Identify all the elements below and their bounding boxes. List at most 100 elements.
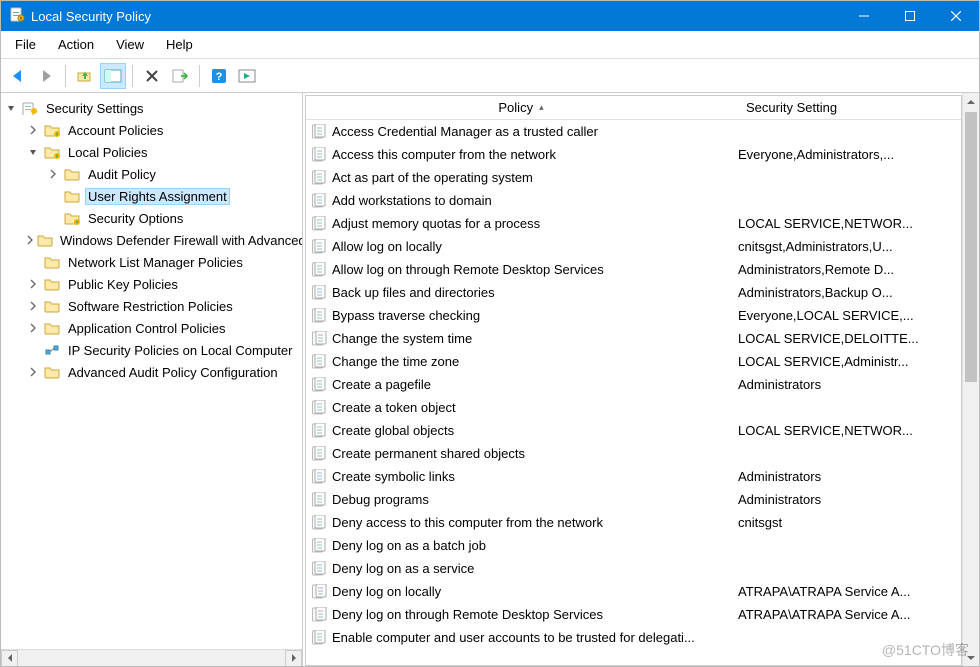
policy-row[interactable]: Create a pagefileAdministrators xyxy=(306,373,961,396)
column-header-policy[interactable]: Policy▴ xyxy=(306,100,736,115)
menubar: File Action View Help xyxy=(1,31,979,59)
forward-button[interactable] xyxy=(33,63,59,89)
policy-row[interactable]: Deny log on through Remote Desktop Servi… xyxy=(306,603,961,626)
policy-name: Allow log on locally xyxy=(332,239,738,254)
tree-node-security-options[interactable]: Security Options xyxy=(1,207,302,229)
policy-item-icon xyxy=(310,170,328,186)
minimize-button[interactable] xyxy=(841,1,887,31)
policy-row[interactable]: Deny log on locallyATRAPA\ATRAPA Service… xyxy=(306,580,961,603)
policy-name: Deny log on as a batch job xyxy=(332,538,738,553)
hscroll-right-icon[interactable] xyxy=(285,650,302,667)
policy-setting: LOCAL SERVICE,DELOITTE... xyxy=(738,331,961,346)
vscroll-down-icon[interactable] xyxy=(963,649,980,666)
chevron-right-icon[interactable] xyxy=(25,122,41,138)
menu-view[interactable]: View xyxy=(106,33,154,56)
tree-node-windows-defender-firewall-with-advanced-[interactable]: Windows Defender Firewall with Advanced … xyxy=(1,229,302,251)
policy-item-icon xyxy=(310,308,328,324)
policy-setting: cnitsgst,Administrators,U... xyxy=(738,239,961,254)
tree-node-audit-policy[interactable]: Audit Policy xyxy=(1,163,302,185)
tree-label: User Rights Assignment xyxy=(85,188,230,205)
policy-row[interactable]: Create symbolic linksAdministrators xyxy=(306,465,961,488)
policy-name: Act as part of the operating system xyxy=(332,170,738,185)
tree[interactable]: Security SettingsAccount PoliciesLocal P… xyxy=(1,93,302,648)
policy-row[interactable]: Change the system timeLOCAL SERVICE,DELO… xyxy=(306,327,961,350)
policy-row[interactable]: Access Credential Manager as a trusted c… xyxy=(306,120,961,143)
policy-setting: Administrators,Remote D... xyxy=(738,262,961,277)
policy-item-icon xyxy=(310,469,328,485)
vscroll-track[interactable] xyxy=(963,110,979,649)
chevron-right-icon[interactable] xyxy=(25,276,41,292)
tree-node-advanced-audit-policy-configuration[interactable]: Advanced Audit Policy Configuration xyxy=(1,361,302,383)
policy-row[interactable]: Create a token object xyxy=(306,396,961,419)
menu-help[interactable]: Help xyxy=(156,33,203,56)
tree-node-ip-security-policies-on-local-computer[interactable]: IP Security Policies on Local Computer xyxy=(1,339,302,361)
tree-root[interactable]: Security Settings xyxy=(1,97,302,119)
menu-file[interactable]: File xyxy=(5,33,46,56)
hscroll-left-icon[interactable] xyxy=(1,650,18,667)
policy-row[interactable]: Create permanent shared objects xyxy=(306,442,961,465)
policy-row[interactable]: Back up files and directoriesAdministrat… xyxy=(306,281,961,304)
column-header-security-setting[interactable]: Security Setting xyxy=(736,100,847,115)
policy-row[interactable]: Deny log on as a batch job xyxy=(306,534,961,557)
folder-icon xyxy=(43,144,61,160)
back-button[interactable] xyxy=(5,63,31,89)
folder-icon xyxy=(43,254,61,270)
policy-setting: Administrators xyxy=(738,377,961,392)
policy-setting: ATRAPA\ATRAPA Service A... xyxy=(738,607,961,622)
menu-action[interactable]: Action xyxy=(48,33,104,56)
policy-row[interactable]: Act as part of the operating system xyxy=(306,166,961,189)
policy-row[interactable]: Adjust memory quotas for a processLOCAL … xyxy=(306,212,961,235)
policy-name: Create global objects xyxy=(332,423,738,438)
vscroll-thumb[interactable] xyxy=(965,112,977,382)
chevron-right-icon[interactable] xyxy=(25,298,41,314)
policy-row[interactable]: Add workstations to domain xyxy=(306,189,961,212)
policy-row[interactable]: Access this computer from the networkEve… xyxy=(306,143,961,166)
tree-node-public-key-policies[interactable]: Public Key Policies xyxy=(1,273,302,295)
show-hide-tree-button[interactable] xyxy=(100,63,126,89)
chevron-down-icon[interactable] xyxy=(25,144,41,160)
export-button[interactable] xyxy=(167,63,193,89)
policy-row[interactable]: Deny log on as a service xyxy=(306,557,961,580)
policy-setting: Administrators xyxy=(738,469,961,484)
tree-label: Software Restriction Policies xyxy=(65,299,236,314)
close-button[interactable] xyxy=(933,1,979,31)
policy-row[interactable]: Allow log on through Remote Desktop Serv… xyxy=(306,258,961,281)
list-vscrollbar[interactable] xyxy=(962,93,979,666)
policy-row[interactable]: Debug programsAdministrators xyxy=(306,488,961,511)
policy-item-icon xyxy=(310,538,328,554)
tree-hscrollbar[interactable] xyxy=(1,649,302,666)
tree-node-application-control-policies[interactable]: Application Control Policies xyxy=(1,317,302,339)
help-button[interactable]: ? xyxy=(206,63,232,89)
up-folder-button[interactable] xyxy=(72,63,98,89)
policy-row[interactable]: Change the time zoneLOCAL SERVICE,Admini… xyxy=(306,350,961,373)
delete-button[interactable] xyxy=(139,63,165,89)
chevron-right-icon[interactable] xyxy=(45,166,61,182)
policy-row[interactable]: Allow log on locallycnitsgst,Administrat… xyxy=(306,235,961,258)
list-body[interactable]: Access Credential Manager as a trusted c… xyxy=(306,120,961,665)
chevron-none xyxy=(45,210,61,226)
policy-item-icon xyxy=(310,216,328,232)
chevron-right-icon[interactable] xyxy=(25,320,41,336)
tree-node-network-list-manager-policies[interactable]: Network List Manager Policies xyxy=(1,251,302,273)
tree-node-user-rights-assignment[interactable]: User Rights Assignment xyxy=(1,185,302,207)
window: Local Security Policy File Action View H… xyxy=(0,0,980,667)
policy-setting: Administrators xyxy=(738,492,961,507)
maximize-button[interactable] xyxy=(887,1,933,31)
vscroll-up-icon[interactable] xyxy=(963,93,980,110)
toolbar: ? xyxy=(1,59,979,93)
policy-row[interactable]: Create global objectsLOCAL SERVICE,NETWO… xyxy=(306,419,961,442)
chevron-down-icon[interactable] xyxy=(3,100,19,116)
policy-item-icon xyxy=(310,446,328,462)
app-icon xyxy=(9,7,25,26)
chevron-right-icon[interactable] xyxy=(25,364,41,380)
chevron-right-icon[interactable] xyxy=(25,232,35,248)
actions-button[interactable] xyxy=(234,63,260,89)
policy-row[interactable]: Deny access to this computer from the ne… xyxy=(306,511,961,534)
folder-icon xyxy=(43,276,61,292)
tree-node-account-policies[interactable]: Account Policies xyxy=(1,119,302,141)
policy-item-icon xyxy=(310,492,328,508)
tree-node-software-restriction-policies[interactable]: Software Restriction Policies xyxy=(1,295,302,317)
policy-row[interactable]: Bypass traverse checkingEveryone,LOCAL S… xyxy=(306,304,961,327)
tree-node-local-policies[interactable]: Local Policies xyxy=(1,141,302,163)
policy-row[interactable]: Enable computer and user accounts to be … xyxy=(306,626,961,649)
